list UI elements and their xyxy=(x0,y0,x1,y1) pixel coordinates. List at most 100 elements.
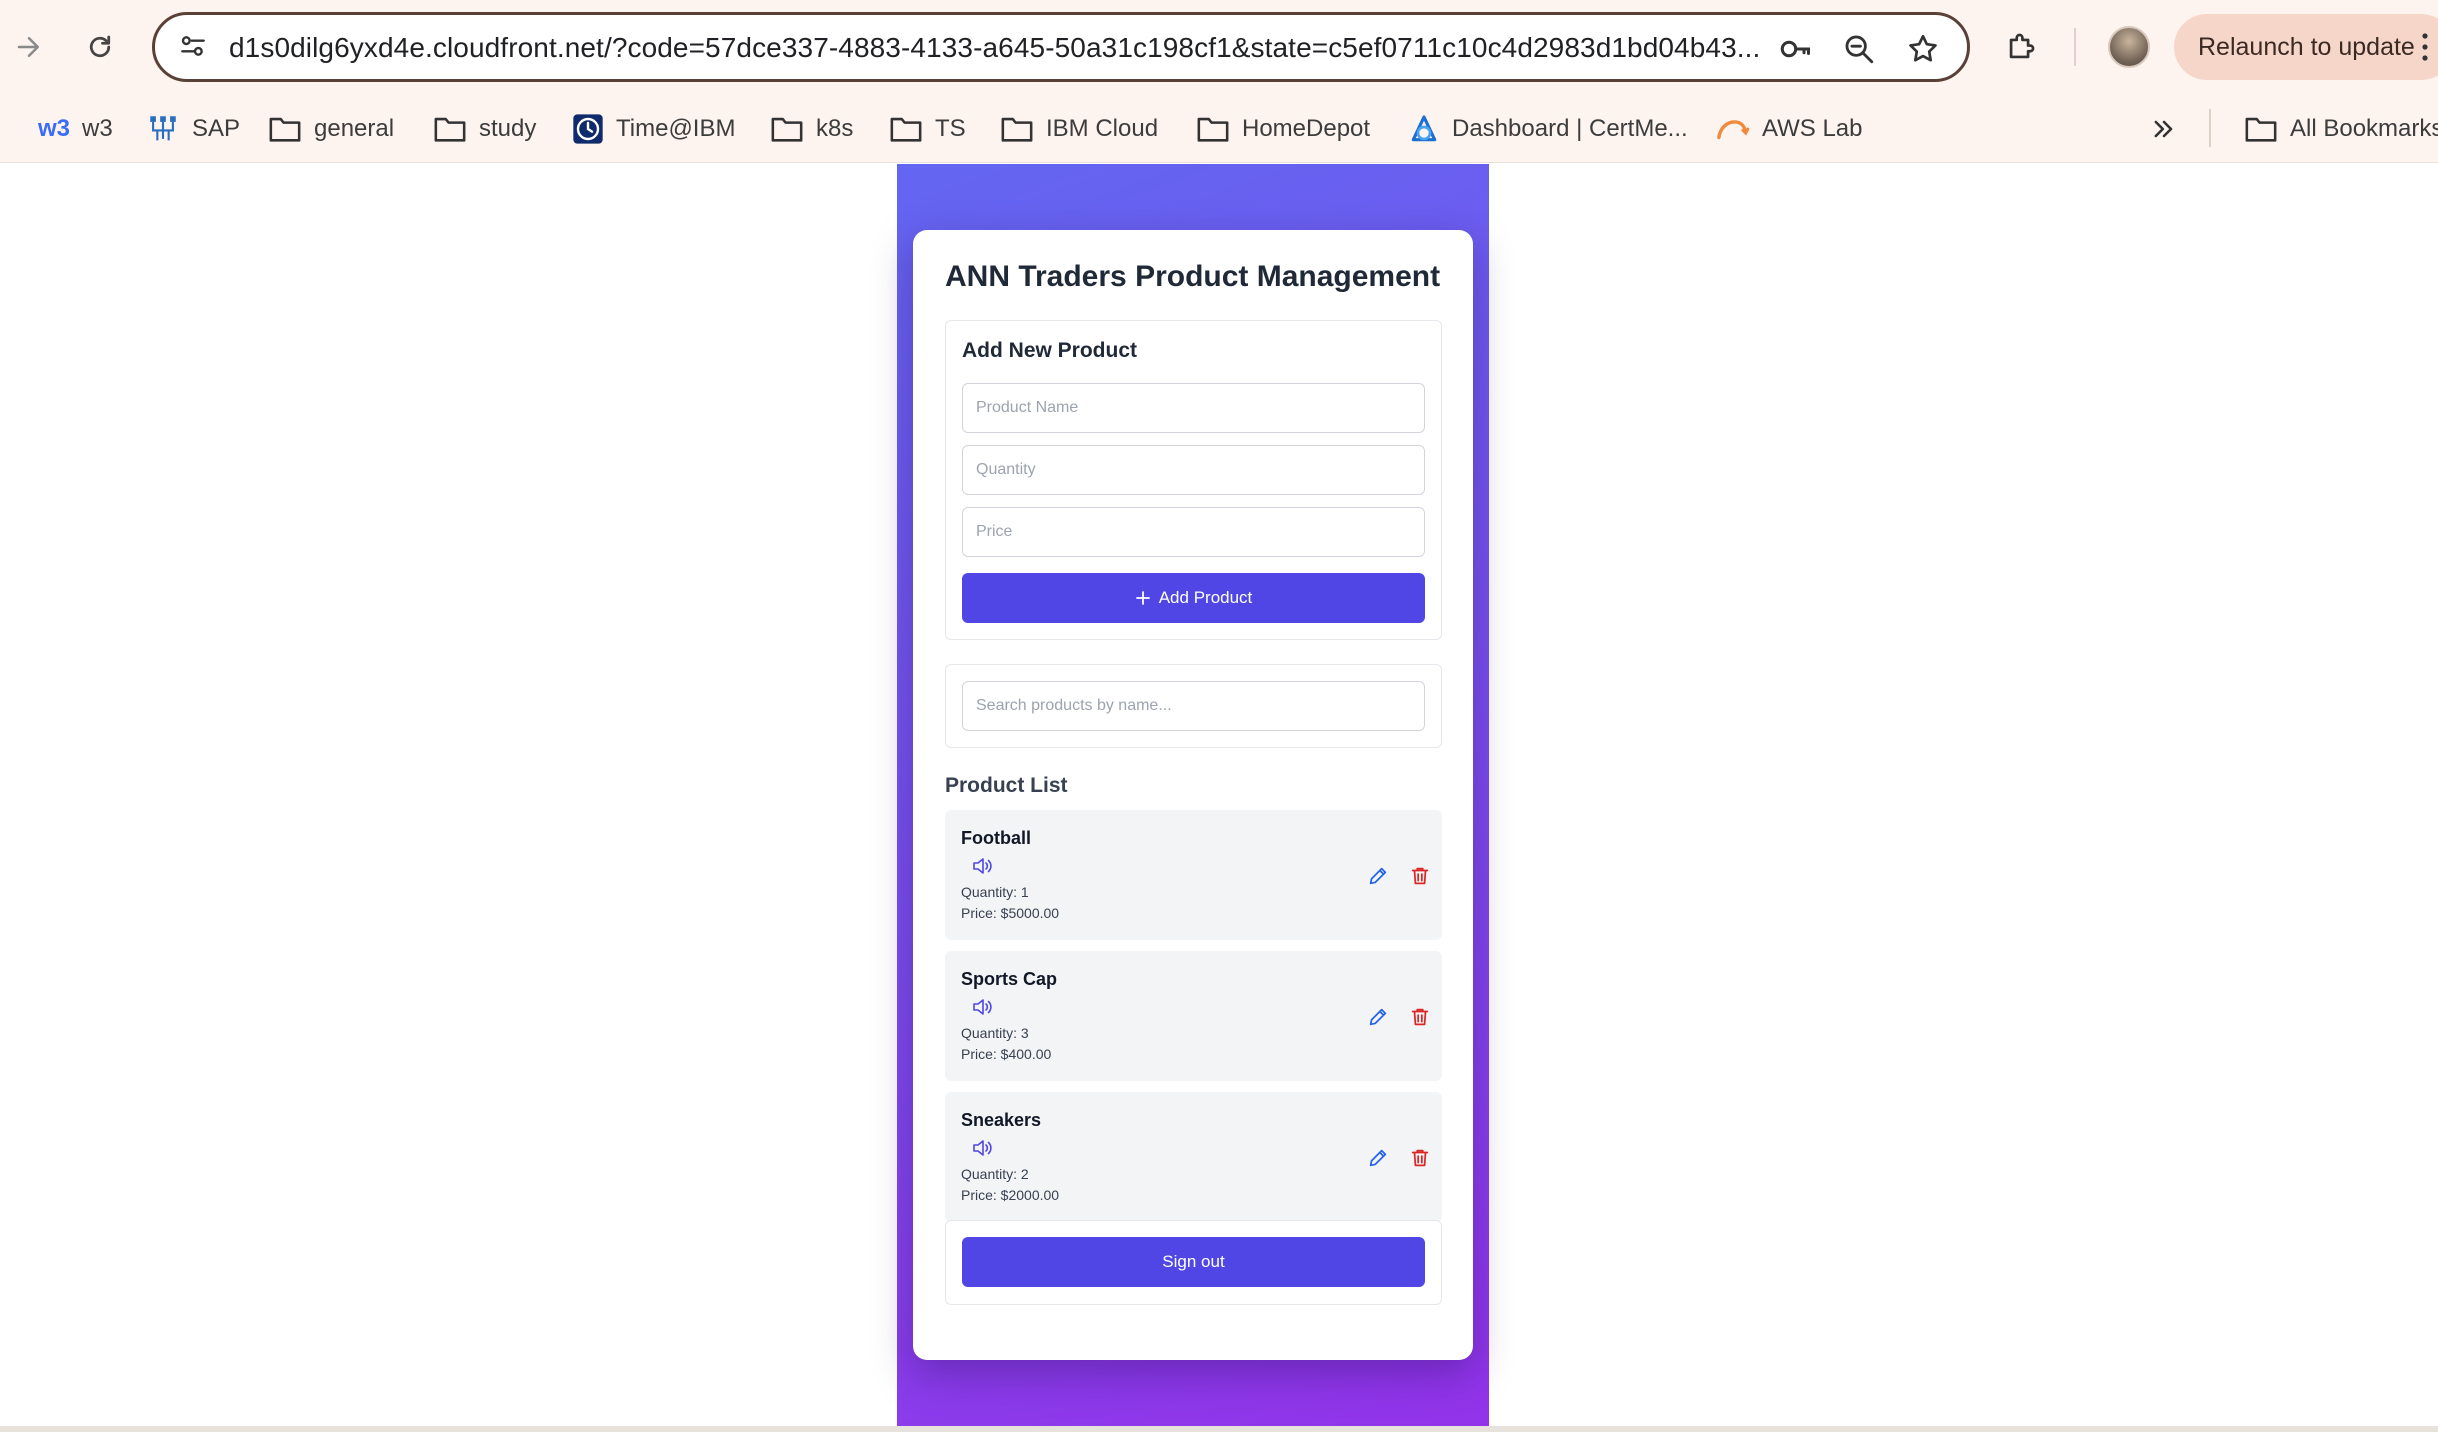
bookmark-sap[interactable]: SAP xyxy=(146,109,240,149)
bookmark-folder-ts[interactable]: TS xyxy=(889,109,966,149)
folder-icon xyxy=(269,117,301,142)
all-bookmarks-label: All Bookmarks xyxy=(2290,115,2438,142)
puzzle-icon xyxy=(2009,33,2035,59)
bookmark-label: AWS Lab xyxy=(1762,115,1863,142)
plus-icon xyxy=(1135,591,1150,605)
product-item: Sports Cap Quantity: 3 Price: $400.00 xyxy=(945,951,1442,1081)
bookmark-label: Time@IBM xyxy=(616,115,736,142)
bookmark-folder-homedepot[interactable]: HomeDepot xyxy=(1196,109,1370,149)
sign-out-button[interactable]: Sign out xyxy=(962,1237,1425,1287)
window-bottom-edge xyxy=(0,1426,2438,1432)
certme-logo-icon xyxy=(1411,115,1437,142)
product-item: Football Quantity: 1 Price: $5000.00 xyxy=(945,810,1442,940)
key-icon[interactable] xyxy=(1775,29,1815,69)
product-item: Sneakers Quantity: 2 Price: $2000.00 xyxy=(945,1092,1442,1222)
bookmark-label: k8s xyxy=(816,115,854,142)
add-product-heading: Add New Product xyxy=(962,339,1138,362)
browser-toolbar: d1s0dilg6yxd4e.cloudfront.net/?code=57dc… xyxy=(0,0,2438,95)
bookmark-time-ibm[interactable]: Time@IBM xyxy=(572,109,735,149)
bookmark-label: SAP xyxy=(192,115,241,142)
bookmark-aws-lab[interactable]: AWS Lab xyxy=(1716,109,1863,149)
delete-button[interactable] xyxy=(1405,1002,1435,1032)
search-input[interactable] xyxy=(962,681,1425,731)
edit-button[interactable] xyxy=(1363,861,1393,891)
search-panel xyxy=(945,664,1442,748)
bookmark-folder-ibm-cloud[interactable]: IBM Cloud xyxy=(1000,109,1158,149)
folder-icon xyxy=(2245,117,2277,142)
pencil-icon xyxy=(1369,1149,1387,1167)
zoom-icon[interactable] xyxy=(1839,29,1879,69)
extensions-button[interactable] xyxy=(1996,22,2046,72)
bookmark-star-icon[interactable] xyxy=(1903,29,1943,69)
signout-panel: Sign out xyxy=(945,1220,1442,1305)
product-quantity: Quantity: 1 xyxy=(961,884,1029,900)
reload-button[interactable] xyxy=(75,22,125,72)
product-quantity: Quantity: 2 xyxy=(961,1166,1029,1182)
price-input[interactable] xyxy=(962,507,1425,557)
bookmark-label: IBM Cloud xyxy=(1046,115,1159,142)
add-product-form: Add New Product Add Product xyxy=(945,320,1442,640)
product-list-heading: Product List xyxy=(945,774,1068,797)
menu-kebab-icon[interactable] xyxy=(2422,32,2428,62)
site-info-icon[interactable] xyxy=(177,30,209,67)
pencil-icon xyxy=(1369,867,1387,885)
trash-icon xyxy=(1411,1149,1429,1167)
trash-icon xyxy=(1411,1008,1429,1026)
sap-logo-icon xyxy=(150,116,176,141)
speaker-icon[interactable] xyxy=(971,856,995,876)
product-name: Sneakers xyxy=(961,1110,1042,1130)
product-price: Price: $2000.00 xyxy=(961,1187,1060,1203)
arrow-right-icon xyxy=(17,37,39,57)
quantity-input[interactable] xyxy=(962,445,1425,495)
aws-logo-icon xyxy=(1717,120,1750,140)
bookmark-certme-dashboard[interactable]: Dashboard | CertMe... xyxy=(1408,109,1688,149)
folder-icon xyxy=(771,117,803,142)
bookmark-w3[interactable]: w3 w3 xyxy=(38,109,113,149)
folder-icon xyxy=(890,117,922,142)
product-name: Sports Cap xyxy=(961,969,1058,989)
trash-icon xyxy=(1411,867,1429,885)
folder-icon xyxy=(434,117,466,142)
double-chevron-right-icon xyxy=(2154,120,2173,138)
folder-icon xyxy=(1197,117,1229,142)
more-bookmarks-button[interactable] xyxy=(2150,109,2178,149)
url-text[interactable]: d1s0dilg6yxd4e.cloudfront.net/?code=57dc… xyxy=(229,32,1760,64)
bookmark-label: Dashboard | CertMe... xyxy=(1452,115,1688,142)
add-product-button[interactable]: Add Product xyxy=(962,573,1425,623)
product-quantity: Quantity: 3 xyxy=(961,1025,1029,1041)
pencil-icon xyxy=(1369,1008,1387,1026)
bookmark-label: HomeDepot xyxy=(1242,115,1371,142)
address-bar[interactable]: d1s0dilg6yxd4e.cloudfront.net/?code=57dc… xyxy=(152,12,1970,82)
bookmark-label: TS xyxy=(935,115,966,142)
bookmark-folder-k8s[interactable]: k8s xyxy=(770,109,853,149)
w3-logo-icon: w3 xyxy=(38,115,71,142)
bookmarks-bar: w3 w3 SAP general study Time@IBM k8s TS … xyxy=(0,95,2438,163)
edit-button[interactable] xyxy=(1363,1143,1393,1173)
product-name-input[interactable] xyxy=(962,383,1425,433)
relaunch-button[interactable]: Relaunch to update xyxy=(2174,14,2438,80)
bookmark-label: general xyxy=(314,115,395,142)
reload-icon xyxy=(89,35,111,58)
product-management-card: ANN Traders Product Management Add New P… xyxy=(913,230,1473,1360)
product-price: Price: $5000.00 xyxy=(961,905,1060,921)
product-name: Football xyxy=(961,828,1031,848)
speaker-icon[interactable] xyxy=(971,997,995,1017)
bookmark-label: w3 xyxy=(82,115,113,142)
bookmark-folder-study[interactable]: study xyxy=(433,109,536,149)
bookmarks-divider xyxy=(2209,109,2211,147)
bookmark-folder-general[interactable]: general xyxy=(268,109,394,149)
speaker-icon[interactable] xyxy=(971,1138,995,1158)
bookmark-label: study xyxy=(479,115,537,142)
relaunch-label: Relaunch to update xyxy=(2198,33,2415,61)
edit-button[interactable] xyxy=(1363,1002,1393,1032)
clock-icon xyxy=(573,114,603,144)
delete-button[interactable] xyxy=(1405,1143,1435,1173)
page-title: ANN Traders Product Management xyxy=(945,260,1441,293)
all-bookmarks-folder[interactable]: All Bookmarks xyxy=(2244,109,2438,149)
forward-button[interactable] xyxy=(4,22,54,72)
delete-button[interactable] xyxy=(1405,861,1435,891)
toolbar-divider xyxy=(2074,28,2076,66)
product-price: Price: $400.00 xyxy=(961,1046,1052,1062)
folder-icon xyxy=(1001,117,1033,142)
profile-avatar[interactable] xyxy=(2108,26,2150,68)
